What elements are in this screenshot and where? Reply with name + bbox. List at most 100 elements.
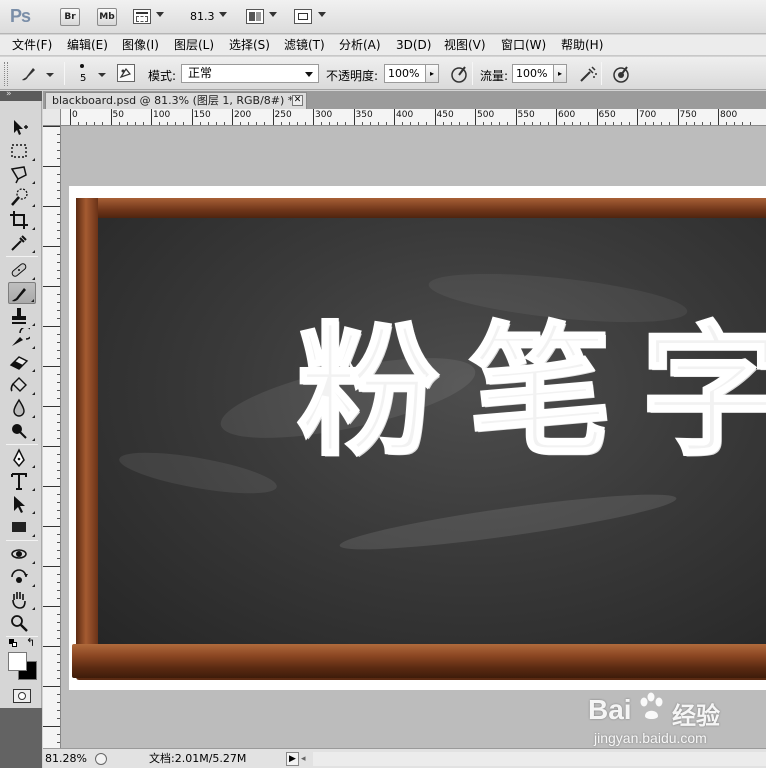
close-icon[interactable]: ✕ [292, 95, 303, 106]
minibridge-button[interactable]: Mb [97, 8, 117, 26]
zoom-tool[interactable] [8, 612, 36, 634]
ruler-minor-tick [450, 122, 452, 125]
status-menu-arrow-icon[interactable]: ▶ [286, 752, 299, 766]
quick-mask-button[interactable] [13, 689, 31, 703]
shape-tool[interactable] [8, 516, 36, 538]
3d-rotate-tool[interactable] [8, 543, 36, 565]
photoshop-logo: Ps [10, 6, 31, 26]
3d-rotate-icon [11, 549, 27, 559]
menu-image[interactable]: 图像(I) [122, 37, 159, 54]
menu-3d[interactable]: 3D(D) [396, 37, 431, 54]
hand-tool[interactable] [8, 589, 36, 611]
bandage-icon [11, 263, 27, 277]
status-zoom-value[interactable]: 81.28% [45, 751, 87, 767]
quick-selection-tool[interactable] [8, 186, 36, 208]
ruler-minor-tick [57, 358, 60, 359]
flow-slider-button[interactable]: ▸ [553, 64, 567, 83]
brush-tool-preset-icon[interactable] [18, 63, 40, 85]
document-tab[interactable]: blackboard.psd @ 81.3% (图层 1, RGB/8#) * [45, 92, 307, 109]
ruler-minor-tick [57, 614, 60, 615]
marquee-icon [11, 144, 27, 158]
view-extras-icon[interactable] [133, 9, 151, 24]
pen-tool[interactable] [8, 447, 36, 469]
menu-edit[interactable]: 编辑(E) [67, 37, 108, 54]
menu-analysis[interactable]: 分析(A) [339, 37, 381, 54]
ruler-origin[interactable] [43, 109, 61, 126]
menu-layer[interactable]: 图层(L) [174, 37, 214, 54]
ruler-minor-tick [499, 122, 501, 125]
ruler-minor-tick [280, 122, 282, 125]
lasso-tool[interactable] [8, 163, 36, 185]
ruler-minor-tick [57, 622, 60, 623]
menu-view[interactable]: 视图(V) [444, 37, 486, 54]
menu-help[interactable]: 帮助(H) [561, 37, 603, 54]
menu-filter[interactable]: 滤镜(T) [284, 37, 325, 54]
ruler-minor-tick [369, 122, 371, 125]
path-selection-tool[interactable] [8, 493, 36, 515]
bridge-button[interactable]: Br [60, 8, 80, 26]
clone-stamp-tool[interactable] [8, 305, 36, 327]
ruler-minor-tick [57, 582, 60, 583]
chevron-down-icon[interactable] [318, 12, 326, 17]
collapse-panel-icon[interactable]: » [6, 89, 12, 99]
arrange-documents-icon[interactable] [246, 9, 264, 24]
chevron-down-icon[interactable] [46, 73, 54, 77]
tools-panel-header[interactable]: » [0, 89, 42, 101]
flow-input[interactable]: 100% [512, 64, 554, 83]
3d-orbit-tool[interactable] [8, 566, 36, 588]
hand-icon [12, 592, 26, 609]
ruler-minor-tick [57, 254, 60, 255]
chevron-down-icon[interactable] [219, 12, 227, 17]
spot-healing-tool[interactable] [8, 259, 36, 281]
status-info-icon[interactable] [95, 753, 107, 765]
document-canvas[interactable]: 粉笔字 [69, 186, 766, 690]
opacity-slider-button[interactable]: ▸ [425, 64, 439, 83]
brush-tool[interactable] [8, 282, 36, 304]
menu-window[interactable]: 窗口(W) [501, 37, 546, 54]
ruler-major-tick [394, 109, 395, 125]
ruler-minor-tick [466, 122, 468, 125]
watermark-brand-cn: 经验 [672, 703, 720, 730]
menu-select[interactable]: 选择(S) [229, 37, 270, 54]
chevron-down-icon[interactable] [98, 73, 106, 77]
brush-size-value[interactable]: 5 [80, 73, 86, 84]
move-tool[interactable] [8, 117, 36, 139]
options-bar: 5 模式: 正常 不透明度: 100% ▸ 流量: 100% ▸ [0, 57, 766, 90]
ruler-minor-tick [402, 122, 404, 125]
marquee-tool[interactable] [8, 140, 36, 162]
history-brush-tool[interactable] [8, 326, 36, 350]
ruler-minor-tick [256, 122, 258, 125]
crop-tool[interactable] [8, 209, 36, 231]
ruler-minor-tick [742, 122, 744, 125]
blend-mode-select[interactable]: 正常 [181, 64, 319, 83]
menu-file[interactable]: 文件(F) [12, 37, 52, 54]
eraser-tool[interactable] [8, 351, 36, 373]
horizontal-scrollbar[interactable] [313, 752, 766, 766]
ruler-minor-tick [653, 122, 655, 125]
brush-panel-toggle-icon[interactable] [117, 64, 135, 82]
swap-colors-icon[interactable]: ↰ [26, 636, 35, 649]
paint-bucket-tool[interactable] [8, 374, 36, 396]
options-grip[interactable] [4, 62, 8, 86]
submenu-triangle-icon [32, 158, 35, 161]
opacity-input[interactable]: 100% [384, 64, 426, 83]
zoom-level-value[interactable]: 81.3 [190, 10, 215, 23]
scroll-left-icon[interactable]: ◂ [301, 752, 309, 766]
ruler-minor-tick [701, 122, 703, 125]
pressure-size-icon[interactable] [610, 63, 632, 85]
dodge-tool[interactable] [8, 420, 36, 442]
airbrush-icon[interactable] [577, 63, 599, 85]
blur-tool[interactable] [8, 397, 36, 419]
ruler-label: 700 [639, 110, 657, 120]
chevron-down-icon[interactable] [269, 12, 277, 17]
screen-mode-icon[interactable] [294, 9, 312, 24]
pressure-opacity-icon[interactable] [448, 63, 470, 85]
eyedropper-tool[interactable] [8, 232, 36, 254]
ruler-minor-tick [57, 382, 60, 383]
chevron-down-icon[interactable] [156, 12, 164, 17]
default-colors-icon[interactable] [9, 639, 17, 647]
vertical-ruler[interactable] [43, 126, 61, 748]
type-tool[interactable] [8, 470, 36, 492]
horizontal-ruler[interactable]: 0 50 100 150 200 250 300 350 400 450 500 550 600 650 7… [61, 109, 766, 126]
foreground-color-swatch[interactable] [8, 652, 27, 671]
